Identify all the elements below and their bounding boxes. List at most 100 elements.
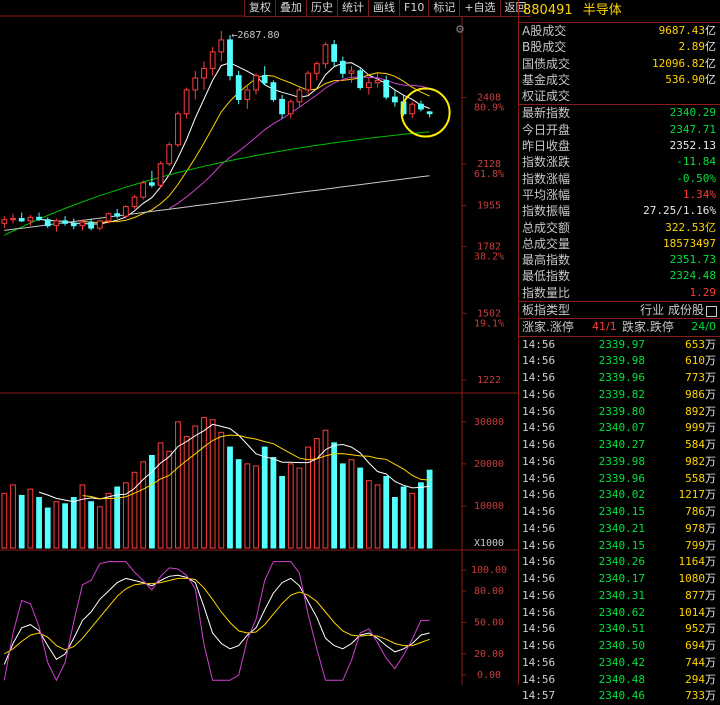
volume-bar	[53, 501, 60, 549]
trade-volume: 1217万	[678, 488, 717, 502]
up-count-value: 41/1	[592, 320, 617, 334]
trade-volume: 733万	[685, 689, 716, 703]
candle-body	[296, 89, 303, 103]
trade-row: 14:56 2340.07 999万	[519, 420, 720, 437]
stat-row-3: 指数涨跌 -11.84	[519, 154, 720, 170]
stat-row-5-label: 平均涨幅	[522, 187, 571, 202]
trade-row: 14:56 2340.26 1164万	[519, 554, 720, 571]
toolbar-button-1[interactable]: 叠加	[275, 0, 306, 17]
trade-row: 14:56 2340.21 978万	[519, 521, 720, 538]
turnover-row-4-label: 权证成交	[522, 89, 571, 104]
volume-unit-label: X1000	[474, 538, 504, 549]
stat-row-1: 今日开盘 2347.71	[519, 122, 720, 138]
trade-time: 14:57	[522, 689, 556, 703]
trade-volume: 952万	[685, 622, 716, 636]
turnover-row-3: 基金成交 536.90亿	[519, 72, 720, 88]
up-count-label: 涨家.涨停	[522, 320, 574, 335]
candle-body	[279, 98, 285, 115]
candle-body	[1, 219, 8, 224]
peak-label: ←2687.80	[231, 30, 279, 41]
trade-row: 14:56 2340.15 799万	[519, 538, 720, 555]
list-icon[interactable]	[706, 306, 717, 318]
trade-time: 14:56	[522, 354, 556, 368]
volume-bar	[192, 425, 199, 549]
toolbar-button-4[interactable]: 画线	[368, 0, 399, 17]
stat-row-1-label: 今日开盘	[522, 122, 571, 137]
trade-row: 14:56 2340.42 744万	[519, 655, 720, 672]
candle-body	[209, 51, 216, 69]
stat-row-1-value: 2347.71	[669, 122, 716, 136]
trade-time: 14:56	[522, 454, 556, 468]
trade-time: 14:56	[522, 404, 556, 418]
trade-volume: 1080万	[678, 572, 717, 586]
kdj-tick-label: 50.00	[474, 618, 504, 629]
toolbar-button-3[interactable]: 统计	[337, 0, 368, 17]
candle-body	[348, 70, 355, 74]
trade-volume: 877万	[685, 588, 716, 602]
kdj-tick-label: 100.00	[471, 565, 507, 576]
volume-bar	[157, 442, 164, 549]
tick-trades-list[interactable]: 14:56 2339.97 653万 14:56 2339.98 610万 14:56 233…	[519, 337, 720, 705]
trade-volume: 799万	[685, 538, 716, 552]
candle-body	[131, 196, 138, 208]
volume-bar	[79, 484, 86, 549]
volume-bar	[409, 492, 416, 549]
stat-row-9: 最高指数 2351.73	[519, 252, 720, 268]
stat-row-9-value: 2351.73	[669, 253, 716, 267]
volume-bar	[392, 497, 398, 549]
toolbar-button-2[interactable]: 历史	[306, 0, 337, 17]
toolbar-button-6[interactable]: 标记	[428, 0, 460, 17]
toolbar-button-0[interactable]: 复权	[244, 0, 275, 17]
stat-row-7-value: 322.53亿	[665, 220, 716, 234]
volume-bar	[287, 463, 294, 549]
stat-row-10-label: 最低指数	[522, 269, 571, 284]
toolbar-button-5[interactable]: F10	[399, 0, 429, 17]
trade-time: 14:56	[522, 488, 556, 502]
trade-price: 2340.50	[598, 639, 645, 653]
stat-row-6: 指数振幅 27.25/1.16%	[519, 203, 720, 219]
stat-row-11: 指数量比 1.29	[519, 285, 720, 301]
candle-body	[383, 79, 390, 98]
kline-chart[interactable]: ⚙24082128195517821502122280.9%61.8%38.2%…	[0, 0, 518, 685]
stat-row-3-label: 指数涨跌	[522, 155, 571, 170]
stat-row-11-label: 指数量比	[522, 285, 571, 300]
stat-row-2-label: 昨日收盘	[522, 139, 571, 154]
turnover-row-2-label: 国债成交	[522, 56, 571, 71]
kdj-line-K	[3, 574, 430, 665]
stat-row-10: 最低指数 2324.48	[519, 268, 720, 284]
stat-row-2-value: 2352.13	[669, 139, 716, 153]
turnover-row-2: 国债成交 12096.82亿	[519, 56, 720, 72]
volume-bar	[218, 431, 225, 549]
fib-label: 80.9%	[474, 103, 504, 114]
kline-chart-area[interactable]: ⚙ 2408 2128 1955 1782 1502 1222 80.9% 61.8% 38.2%…	[0, 0, 518, 685]
volume-bar	[88, 501, 95, 549]
trade-time: 14:56	[522, 605, 556, 619]
board-type-row: 板指类型 行业 成份股	[519, 302, 720, 318]
trade-time: 14:56	[522, 421, 556, 435]
turnover-row-4: 权证成交	[519, 88, 720, 104]
trade-time: 14:56	[522, 588, 556, 602]
candle-body	[105, 213, 112, 222]
trade-row: 14:56 2340.50 694万	[519, 638, 720, 655]
trade-price: 2339.96	[598, 371, 645, 385]
trade-price: 2340.17	[598, 572, 645, 586]
candle-body	[409, 103, 416, 115]
turnover-row-0-value: 9687.43亿	[658, 24, 716, 37]
trade-price: 2339.96	[598, 471, 645, 485]
price-tick-label: 1222	[477, 375, 501, 386]
volume-tick-label: 10000	[474, 501, 504, 512]
volume-bar	[331, 442, 338, 549]
stat-row-7-label: 总成交额	[522, 220, 571, 235]
volume-bar	[270, 457, 277, 549]
candle-body	[166, 144, 173, 165]
candle-body	[157, 163, 164, 186]
candle-body	[270, 82, 277, 100]
toolbar-button-7[interactable]: +自选	[459, 0, 500, 17]
security-name: 半导体	[582, 3, 622, 18]
trade-time: 14:56	[522, 337, 556, 351]
trade-price: 2340.15	[598, 505, 645, 519]
trade-time: 14:56	[522, 538, 556, 552]
trade-volume: 982万	[685, 454, 716, 468]
volume-bar	[70, 497, 77, 549]
candle-body	[70, 222, 77, 227]
